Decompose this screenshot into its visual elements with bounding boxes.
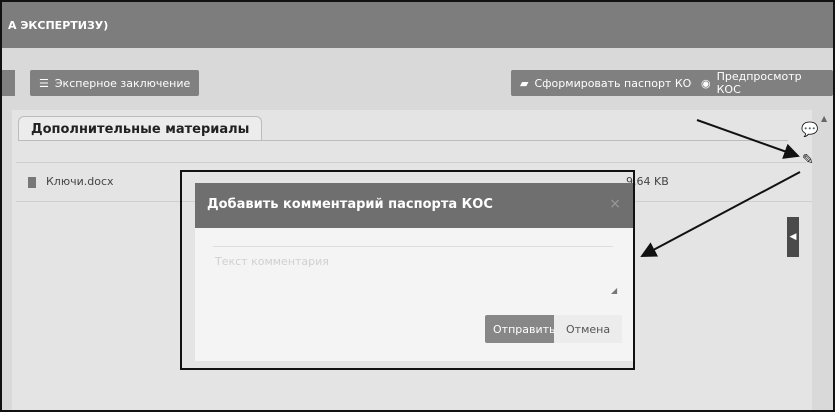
cancel-button[interactable]: Отмена bbox=[554, 315, 623, 343]
list-icon: ☰ bbox=[39, 76, 49, 90]
close-icon[interactable]: × bbox=[609, 196, 621, 212]
file-icon bbox=[28, 177, 36, 188]
send-button[interactable]: Отправить bbox=[485, 315, 564, 343]
comment-textarea[interactable] bbox=[213, 253, 615, 297]
file-name[interactable]: Ключи.docx bbox=[46, 175, 114, 188]
generate-passport-label: Сформировать паспорт КОС bbox=[534, 76, 699, 90]
preview-label: Предпросмотр КОС bbox=[716, 70, 802, 96]
app-frame: А ЭКСПЕРТИЗУ) ☰ Эксперное заключение ▰ С… bbox=[0, 0, 835, 412]
add-comment-modal: Добавить комментарий паспорта КОС × ◢ От… bbox=[195, 183, 633, 361]
expert-conclusion-label: Эксперное заключение bbox=[54, 76, 191, 90]
preview-button[interactable]: ◉ Предпросмотр КОС bbox=[692, 70, 833, 96]
tab-additional-materials[interactable]: Дополнительные материалы bbox=[18, 116, 263, 141]
comment-icon[interactable]: 💬 bbox=[801, 122, 818, 138]
toolbar-left-button-stub[interactable] bbox=[2, 70, 15, 96]
modal-title: Добавить комментарий паспорта КОС bbox=[207, 197, 493, 212]
document-icon: ▰ bbox=[520, 76, 529, 90]
eye-icon: ◉ bbox=[701, 76, 711, 90]
tab-divider bbox=[18, 140, 788, 141]
pencil-icon[interactable]: ✎ bbox=[802, 152, 814, 168]
modal-divider bbox=[213, 246, 613, 247]
side-collapse-tab[interactable]: ◀ bbox=[787, 217, 799, 257]
page-header: А ЭКСПЕРТИЗУ) bbox=[2, 2, 833, 48]
resize-grip-icon[interactable]: ◢ bbox=[611, 286, 617, 295]
page-title: А ЭКСПЕРТИЗУ) bbox=[8, 18, 109, 32]
expert-conclusion-button[interactable]: ☰ Эксперное заключение bbox=[30, 70, 200, 96]
modal-header: Добавить комментарий паспорта КОС × bbox=[195, 183, 633, 228]
generate-passport-button[interactable]: ▰ Сформировать паспорт КОС bbox=[511, 70, 708, 96]
scroll-up-icon[interactable]: ▲ bbox=[821, 114, 827, 123]
chevron-left-icon: ◀ bbox=[789, 232, 797, 242]
tab-label: Дополнительные материалы bbox=[31, 121, 250, 137]
